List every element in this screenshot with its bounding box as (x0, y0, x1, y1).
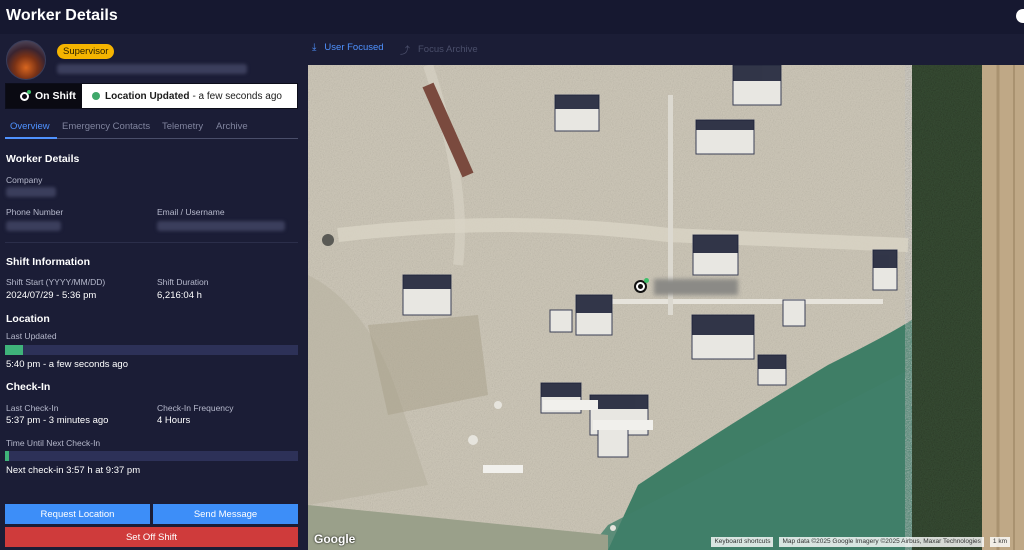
check-in-heading: Check-In (6, 381, 51, 393)
satellite-imagery (308, 65, 1024, 550)
avatar[interactable] (6, 40, 46, 80)
request-location-button[interactable]: Request Location (5, 504, 150, 524)
download-icon: ⤓ (312, 42, 317, 53)
role-badge: Supervisor (57, 44, 115, 59)
set-off-shift-button[interactable]: Set Off Shift (5, 527, 298, 547)
time-until-check-in-progress-fill (5, 451, 10, 461)
user-focused-toggle[interactable]: ⤓ User Focused (312, 42, 384, 53)
shift-status-label: On Shift (35, 90, 76, 102)
shift-icon (20, 89, 31, 101)
worker-details-heading: Worker Details (6, 153, 80, 165)
detail-tabs: Overview Emergency Contacts Telemetry Ar… (5, 121, 298, 139)
focus-archive-toggle[interactable]: ⤴ Focus Archive (400, 42, 478, 57)
next-check-in-value: Next check-in 3:57 h at 9:37 pm (6, 465, 141, 476)
location-status: Location Updated - a few seconds ago (92, 84, 282, 108)
location-status-time: - a few seconds ago (192, 90, 282, 102)
focus-archive-label: Focus Archive (418, 44, 478, 55)
status-dot-icon (92, 92, 100, 100)
map-scale[interactable]: 1 km (989, 537, 1010, 547)
location-status-bold: Location Updated (105, 90, 190, 102)
shift-duration-label: Shift Duration (157, 277, 209, 287)
google-logo: Google (314, 532, 356, 546)
page-title: Worker Details (6, 7, 118, 24)
on-shift-pill[interactable]: On Shift (6, 84, 82, 108)
divider (5, 242, 298, 243)
last-updated-progress-fill (5, 345, 23, 355)
keyboard-shortcuts-link[interactable]: Keyboard shortcuts (711, 537, 774, 547)
map-toolbar: ⤓ User Focused ⤴ Focus Archive (308, 34, 1024, 65)
time-until-check-in-progress (5, 451, 298, 461)
worker-location-marker-icon[interactable] (634, 278, 649, 293)
window-control-icon[interactable] (1016, 9, 1024, 23)
email-label: Email / Username (157, 207, 225, 217)
archive-icon: ⤴ (400, 46, 410, 57)
shift-start-label: Shift Start (YYYY/MM/DD) (6, 277, 106, 287)
last-updated-label: Last Updated (6, 331, 57, 341)
check-in-frequency-value: 4 Hours (157, 415, 191, 426)
company-label: Company (6, 175, 43, 185)
user-focused-label: User Focused (324, 42, 384, 53)
send-message-button[interactable]: Send Message (153, 504, 298, 524)
worker-name-redacted (57, 64, 247, 74)
last-updated-value: 5:40 pm - a few seconds ago (6, 359, 128, 370)
tab-telemetry[interactable]: Telemetry (157, 121, 211, 139)
shift-start-value: 2024/07/29 - 5:36 pm (6, 290, 97, 301)
worker-panel: Supervisor On Shift Location Updated - a… (0, 34, 305, 550)
time-until-check-in-label: Time Until Next Check-In (6, 438, 101, 448)
shift-status-bar: On Shift Location Updated - a few second… (5, 83, 298, 109)
map-panel: ⤓ User Focused ⤴ Focus Archive Google Ke… (308, 34, 1024, 550)
shift-duration-value: 6,216:04 h (157, 290, 202, 301)
map-data-text: Map data ©2025 Google Imagery ©2025 Airb… (779, 537, 984, 547)
location-heading: Location (6, 313, 50, 325)
phone-label: Phone Number (6, 207, 64, 217)
satellite-map[interactable]: Google Keyboard shortcuts Map data ©2025… (308, 65, 1024, 550)
company-value-redacted (6, 187, 56, 197)
phone-value-redacted (6, 221, 61, 231)
worker-name-redacted-label (654, 279, 738, 295)
map-attribution: Keyboard shortcuts Map data ©2025 Google… (711, 537, 1010, 547)
last-check-in-label: Last Check-In (6, 403, 59, 413)
last-updated-progress (5, 345, 298, 355)
check-in-frequency-label: Check-In Frequency (157, 403, 234, 413)
shift-information-heading: Shift Information (6, 256, 90, 268)
app-header: Worker Details (0, 0, 1024, 34)
tab-overview[interactable]: Overview (5, 121, 57, 139)
tab-emergency-contacts[interactable]: Emergency Contacts (57, 121, 157, 139)
email-value-redacted (157, 221, 285, 231)
tab-archive[interactable]: Archive (211, 121, 298, 139)
last-check-in-value: 5:37 pm - 3 minutes ago (6, 415, 109, 426)
